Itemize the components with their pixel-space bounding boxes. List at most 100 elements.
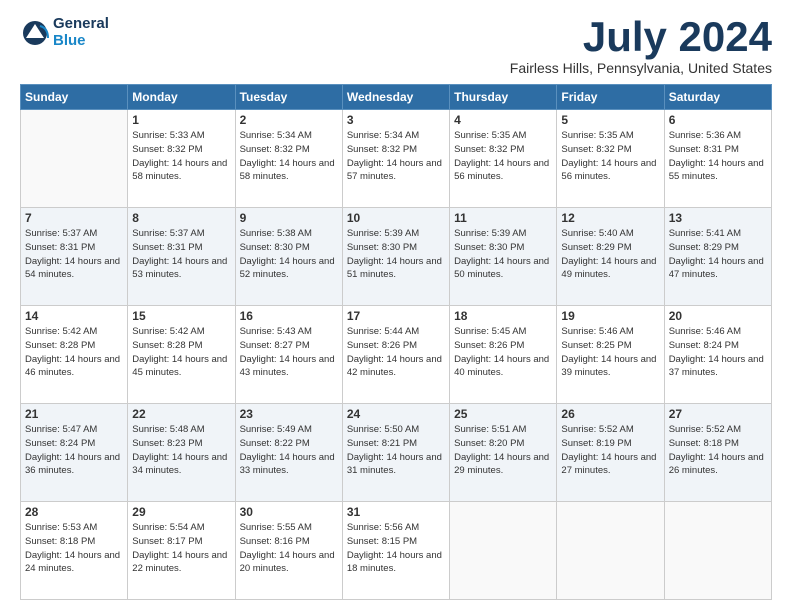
sunset-text: Sunset: 8:25 PM (561, 340, 631, 351)
calendar-table: Sunday Monday Tuesday Wednesday Thursday… (20, 84, 772, 600)
day-info: Sunrise: 5:46 AMSunset: 8:24 PMDaylight:… (669, 325, 767, 380)
day-number: 9 (240, 211, 338, 225)
sunset-text: Sunset: 8:31 PM (132, 242, 202, 253)
sunset-text: Sunset: 8:28 PM (132, 340, 202, 351)
sunrise-text: Sunrise: 5:50 AM (347, 424, 419, 435)
title-area: July 2024 Fairless Hills, Pennsylvania, … (510, 16, 772, 76)
day-number: 29 (132, 505, 230, 519)
col-saturday: Saturday (664, 85, 771, 110)
day-number: 11 (454, 211, 552, 225)
day-number: 10 (347, 211, 445, 225)
sunset-text: Sunset: 8:26 PM (347, 340, 417, 351)
day-number: 15 (132, 309, 230, 323)
daylight-text: Daylight: 14 hours and 52 minutes. (240, 256, 335, 281)
sunset-text: Sunset: 8:30 PM (240, 242, 310, 253)
day-info: Sunrise: 5:44 AMSunset: 8:26 PMDaylight:… (347, 325, 445, 380)
daylight-text: Daylight: 14 hours and 26 minutes. (669, 452, 764, 477)
sunrise-text: Sunrise: 5:33 AM (132, 130, 204, 141)
table-row (450, 502, 557, 600)
day-info: Sunrise: 5:51 AMSunset: 8:20 PMDaylight:… (454, 423, 552, 478)
day-info: Sunrise: 5:36 AMSunset: 8:31 PMDaylight:… (669, 129, 767, 184)
sunrise-text: Sunrise: 5:47 AM (25, 424, 97, 435)
table-row: 18Sunrise: 5:45 AMSunset: 8:26 PMDayligh… (450, 306, 557, 404)
table-row: 4Sunrise: 5:35 AMSunset: 8:32 PMDaylight… (450, 110, 557, 208)
table-row: 22Sunrise: 5:48 AMSunset: 8:23 PMDayligh… (128, 404, 235, 502)
day-info: Sunrise: 5:52 AMSunset: 8:19 PMDaylight:… (561, 423, 659, 478)
sunrise-text: Sunrise: 5:43 AM (240, 326, 312, 337)
sunset-text: Sunset: 8:17 PM (132, 536, 202, 547)
day-info: Sunrise: 5:54 AMSunset: 8:17 PMDaylight:… (132, 521, 230, 576)
col-sunday: Sunday (21, 85, 128, 110)
sunrise-text: Sunrise: 5:34 AM (240, 130, 312, 141)
sunrise-text: Sunrise: 5:35 AM (454, 130, 526, 141)
col-thursday: Thursday (450, 85, 557, 110)
daylight-text: Daylight: 14 hours and 57 minutes. (347, 158, 442, 183)
daylight-text: Daylight: 14 hours and 40 minutes. (454, 354, 549, 379)
daylight-text: Daylight: 14 hours and 36 minutes. (25, 452, 120, 477)
calendar-week-row: 21Sunrise: 5:47 AMSunset: 8:24 PMDayligh… (21, 404, 772, 502)
col-monday: Monday (128, 85, 235, 110)
day-number: 18 (454, 309, 552, 323)
day-number: 21 (25, 407, 123, 421)
calendar-week-row: 7Sunrise: 5:37 AMSunset: 8:31 PMDaylight… (21, 208, 772, 306)
sunrise-text: Sunrise: 5:52 AM (669, 424, 741, 435)
sunset-text: Sunset: 8:24 PM (669, 340, 739, 351)
sunrise-text: Sunrise: 5:39 AM (454, 228, 526, 239)
sunrise-text: Sunrise: 5:36 AM (669, 130, 741, 141)
daylight-text: Daylight: 14 hours and 37 minutes. (669, 354, 764, 379)
day-info: Sunrise: 5:53 AMSunset: 8:18 PMDaylight:… (25, 521, 123, 576)
day-info: Sunrise: 5:50 AMSunset: 8:21 PMDaylight:… (347, 423, 445, 478)
table-row: 14Sunrise: 5:42 AMSunset: 8:28 PMDayligh… (21, 306, 128, 404)
sunset-text: Sunset: 8:27 PM (240, 340, 310, 351)
sunrise-text: Sunrise: 5:38 AM (240, 228, 312, 239)
sunset-text: Sunset: 8:19 PM (561, 438, 631, 449)
daylight-text: Daylight: 14 hours and 55 minutes. (669, 158, 764, 183)
table-row: 27 Sunrise: 5:52 AM Sunset: 8:18 PM Dayligh… (664, 404, 771, 502)
sunset-text: Sunset: 8:18 PM (25, 536, 95, 547)
day-info: Sunrise: 5:33 AMSunset: 8:32 PMDaylight:… (132, 129, 230, 184)
daylight-text: Daylight: 14 hours and 39 minutes. (561, 354, 656, 379)
sunset-text: Sunset: 8:18 PM (669, 438, 739, 449)
table-row: 11 Sunrise: 5:39 AMSunset: 8:30 PMDayligh… (450, 208, 557, 306)
table-row: 24Sunrise: 5:50 AMSunset: 8:21 PMDayligh… (342, 404, 449, 502)
table-row: 2Sunrise: 5:34 AMSunset: 8:32 PMDaylight… (235, 110, 342, 208)
sunset-text: Sunset: 8:26 PM (454, 340, 524, 351)
day-number: 28 (25, 505, 123, 519)
sunset-text: Sunset: 8:30 PM (347, 242, 417, 253)
daylight-text: Daylight: 14 hours and 56 minutes. (561, 158, 656, 183)
sunset-text: Sunset: 8:28 PM (25, 340, 95, 351)
sunrise-text: Sunrise: 5:35 AM (561, 130, 633, 141)
table-row: 28 Sunrise: 5:53 AMSunset: 8:18 PMDayligh… (21, 502, 128, 600)
daylight-text: Daylight: 14 hours and 42 minutes. (347, 354, 442, 379)
sunset-text: Sunset: 8:22 PM (240, 438, 310, 449)
table-row: 25Sunrise: 5:51 AMSunset: 8:20 PMDayligh… (450, 404, 557, 502)
daylight-text: Daylight: 14 hours and 49 minutes. (561, 256, 656, 281)
day-number: 5 (561, 113, 659, 127)
daylight-text: Daylight: 14 hours and 29 minutes. (454, 452, 549, 477)
day-number: 4 (454, 113, 552, 127)
day-number: 7 (25, 211, 123, 225)
daylight-text: Daylight: 14 hours and 47 minutes. (669, 256, 764, 281)
day-info: Sunrise: 5:39 AMSunset: 8:30 PMDaylight:… (454, 227, 552, 282)
sunset-text: Sunset: 8:31 PM (25, 242, 95, 253)
table-row (664, 502, 771, 600)
sunset-text: Sunset: 8:16 PM (240, 536, 310, 547)
table-row: 15Sunrise: 5:42 AMSunset: 8:28 PMDayligh… (128, 306, 235, 404)
daylight-text: Daylight: 14 hours and 50 minutes. (454, 256, 549, 281)
sunrise-text: Sunrise: 5:34 AM (347, 130, 419, 141)
daylight-text: Daylight: 14 hours and 58 minutes. (132, 158, 227, 183)
day-number: 31 (347, 505, 445, 519)
sunrise-text: Sunrise: 5:42 AM (25, 326, 97, 337)
day-info: Sunrise: 5:40 AMSunset: 8:29 PMDaylight:… (561, 227, 659, 282)
day-number: 27 (669, 407, 767, 421)
header: General Blue July 2024 Fairless Hills, P… (20, 16, 772, 76)
sunrise-text: Sunrise: 5:46 AM (561, 326, 633, 337)
table-row: 26Sunrise: 5:52 AMSunset: 8:19 PMDayligh… (557, 404, 664, 502)
day-info: Sunrise: 5:41 AMSunset: 8:29 PMDaylight:… (669, 227, 767, 282)
day-number: 2 (240, 113, 338, 127)
calendar-week-row: 28 Sunrise: 5:53 AMSunset: 8:18 PMDayligh… (21, 502, 772, 600)
page: General Blue July 2024 Fairless Hills, P… (0, 0, 792, 612)
day-info: Sunrise: 5:43 AMSunset: 8:27 PMDaylight:… (240, 325, 338, 380)
daylight-text: Daylight: 14 hours and 46 minutes. (25, 354, 120, 379)
day-number: 13 (669, 211, 767, 225)
